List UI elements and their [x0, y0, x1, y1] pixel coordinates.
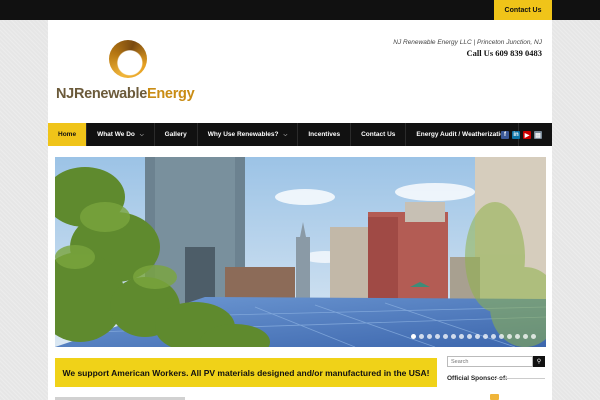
- slider-dot[interactable]: [419, 334, 424, 339]
- search-input[interactable]: [447, 356, 533, 367]
- slider-dot[interactable]: [411, 334, 416, 339]
- slider-dot[interactable]: [531, 334, 536, 339]
- linkedin-icon[interactable]: in: [512, 131, 520, 139]
- contact-us-top-button[interactable]: Contact Us: [494, 0, 552, 20]
- slider-dot[interactable]: [467, 334, 472, 339]
- site-logo[interactable]: NJRenewableEnergy: [56, 40, 206, 120]
- usa-banner: We support American Workers. All PV mate…: [55, 358, 437, 387]
- logo-wordmark: NJRenewableEnergy: [56, 86, 195, 102]
- sponsor-logo[interactable]: [490, 394, 499, 400]
- slider-pagination: [411, 334, 536, 339]
- slider-dot[interactable]: [507, 334, 512, 339]
- nav-item-contact-us[interactable]: Contact Us: [351, 123, 407, 146]
- slider-dot[interactable]: [451, 334, 456, 339]
- nav-item-what-we-do[interactable]: What We Do ⌵: [87, 123, 155, 146]
- page-container: NJRenewableEnergy NJ Renewable Energy LL…: [48, 20, 552, 400]
- nav-item-incentives[interactable]: Incentives: [298, 123, 352, 146]
- contact-card-icon[interactable]: ▤: [534, 131, 542, 139]
- nav-item-gallery[interactable]: Gallery: [155, 123, 198, 146]
- phone-number: Call Us 609 839 0483: [466, 48, 542, 58]
- main-nav: Home What We Do ⌵ Gallery Why Use Renewab…: [48, 123, 552, 146]
- search-form: ⚲: [447, 356, 545, 367]
- nav-item-why-use-renewables[interactable]: Why Use Renewables? ⌵: [198, 123, 299, 146]
- slider-dot[interactable]: [427, 334, 432, 339]
- slider-dot[interactable]: [443, 334, 448, 339]
- chevron-down-icon: ⌵: [283, 131, 288, 138]
- youtube-icon[interactable]: ▶: [523, 131, 531, 139]
- hero-slider[interactable]: [55, 157, 546, 347]
- search-button[interactable]: ⚲: [533, 356, 545, 367]
- divider: [493, 378, 545, 379]
- nav-item-home[interactable]: Home: [48, 123, 88, 146]
- search-icon: ⚲: [536, 359, 542, 365]
- slider-dot[interactable]: [475, 334, 480, 339]
- slider-dot[interactable]: [483, 334, 488, 339]
- sun-ring-icon: [109, 40, 147, 78]
- facebook-icon[interactable]: f: [501, 131, 509, 139]
- chevron-down-icon: ⌵: [139, 131, 144, 138]
- company-tagline: NJ Renewable Energy LLC | Princeton Junc…: [393, 39, 542, 46]
- slider-dot[interactable]: [515, 334, 520, 339]
- slider-dot[interactable]: [523, 334, 528, 339]
- slider-dot[interactable]: [491, 334, 496, 339]
- slider-dot[interactable]: [435, 334, 440, 339]
- social-links: f in ▶ ▤: [501, 131, 542, 139]
- hero-image: [55, 157, 546, 347]
- slider-dot[interactable]: [459, 334, 464, 339]
- slider-dot[interactable]: [499, 334, 504, 339]
